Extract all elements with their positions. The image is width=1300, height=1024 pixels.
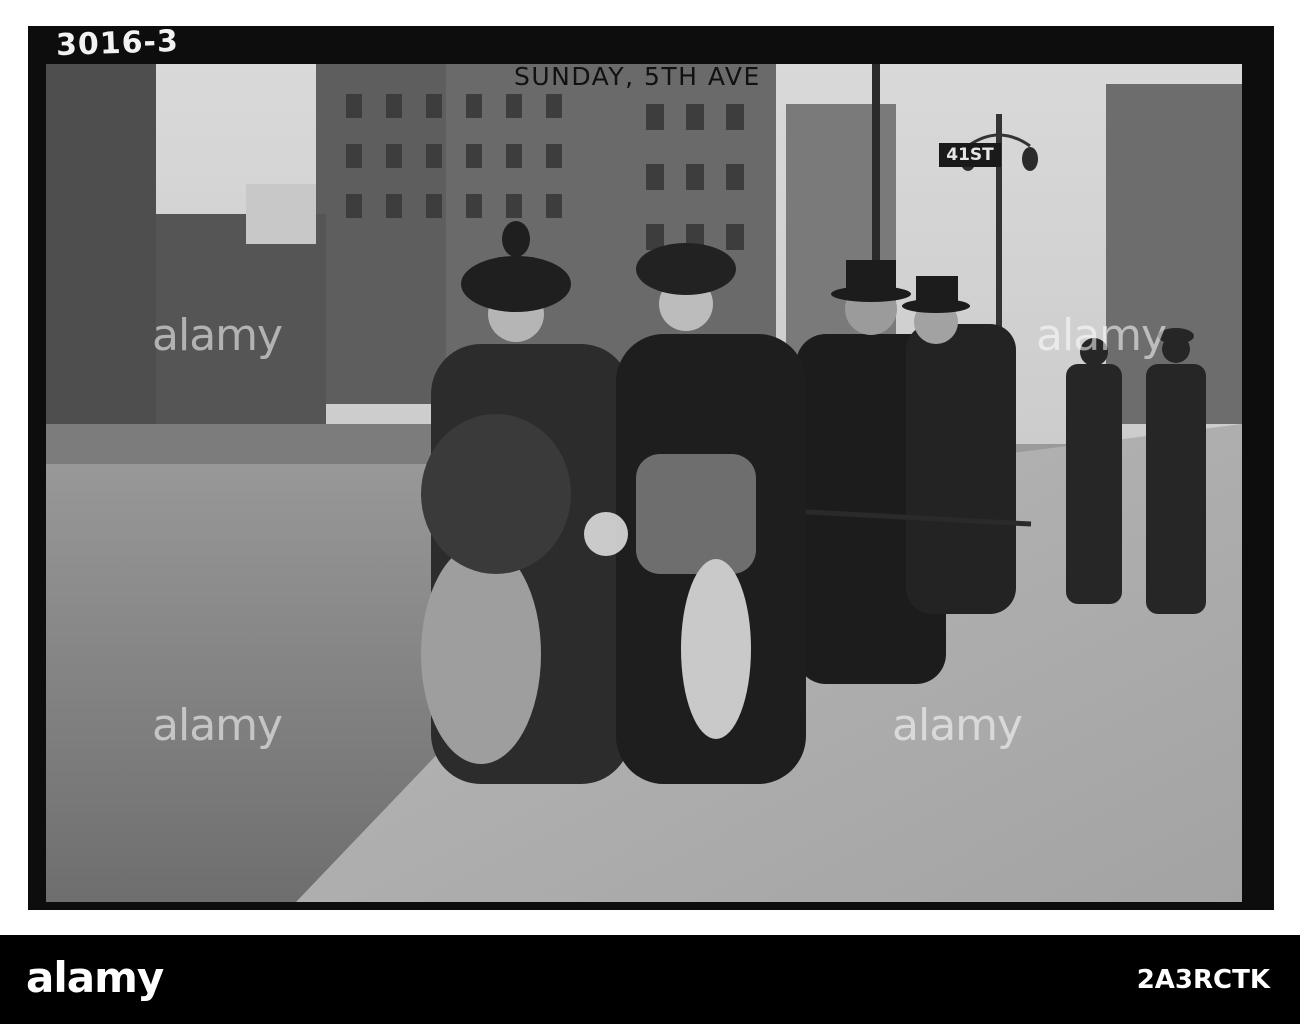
photo-caption: SUNDAY, 5TH AVE (514, 62, 761, 91)
street-photograph: alamy alamy alamy alamy 41ST (46, 64, 1242, 902)
image-id: 2A3RCTK (1136, 965, 1270, 995)
footer-bar: alamy 2A3RCTK (0, 935, 1300, 1024)
watermark-text: alamy (152, 310, 283, 361)
alamy-logo[interactable]: alamy (26, 953, 164, 1002)
watermark-text: alamy (152, 700, 283, 751)
watermark-text: alamy (1036, 310, 1167, 361)
watermark-text: alamy (892, 700, 1023, 751)
photo-scene (46, 64, 1242, 902)
plate-number: 3016-3 (55, 23, 180, 64)
street-sign: 41ST (939, 143, 1001, 167)
